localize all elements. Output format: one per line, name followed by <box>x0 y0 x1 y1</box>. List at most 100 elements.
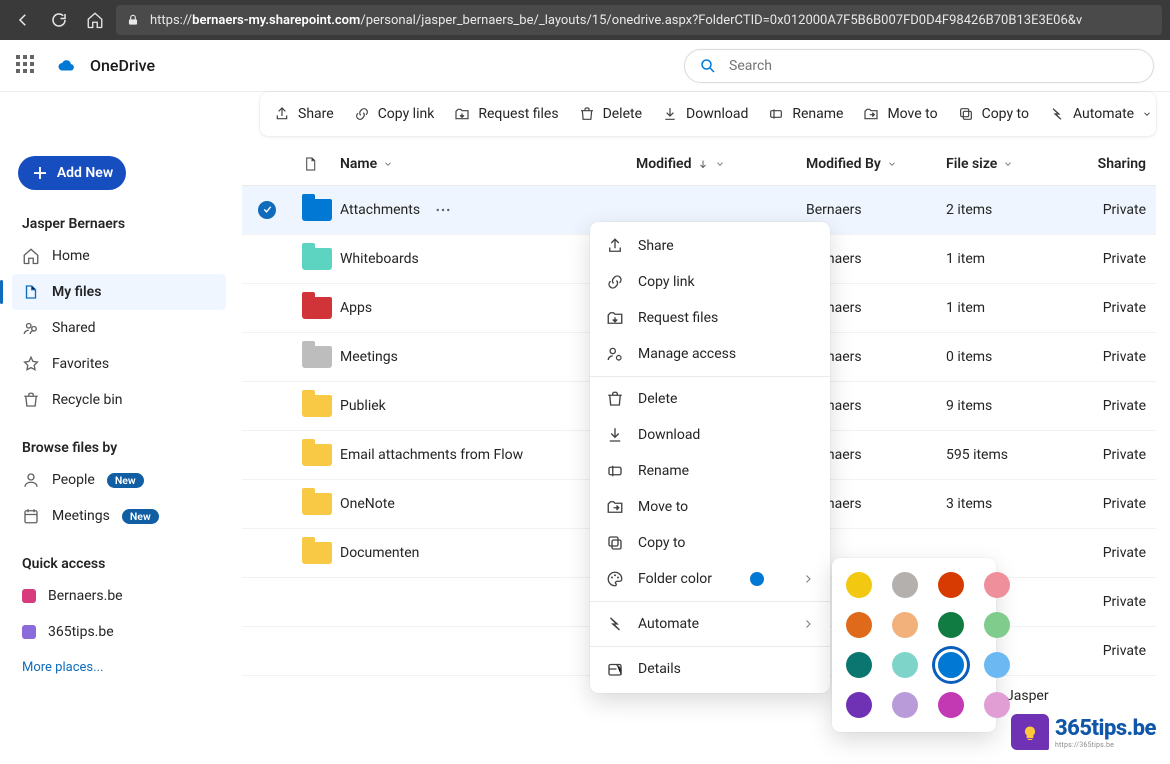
files-icon <box>22 283 40 301</box>
chevron-down-icon <box>1142 108 1152 120</box>
ctx-label: Request files <box>638 310 718 326</box>
more-icon[interactable] <box>434 201 452 219</box>
color-swatch[interactable] <box>892 612 918 638</box>
ctx-rename[interactable]: Rename <box>590 453 830 489</box>
app-launcher-icon[interactable] <box>16 55 38 77</box>
current-color-dot <box>750 572 764 586</box>
search-input[interactable] <box>727 57 1139 75</box>
color-swatch[interactable] <box>938 652 964 678</box>
sidebar-item-meetings[interactable]: Meetings New <box>12 498 226 534</box>
checkmark-icon[interactable] <box>258 201 276 219</box>
sharing-status: Private <box>1076 300 1146 316</box>
color-swatch[interactable] <box>892 692 918 718</box>
brand: OneDrive <box>52 56 155 75</box>
col-name[interactable]: Name <box>340 156 636 172</box>
back-button[interactable] <box>8 5 38 35</box>
col-modified[interactable]: Modified <box>636 156 806 172</box>
ctx-delete[interactable]: Delete <box>590 381 830 417</box>
ctx-manage-access[interactable]: Manage access <box>590 336 830 372</box>
color-swatch[interactable] <box>938 612 964 638</box>
toolbar-label: Rename <box>792 106 843 122</box>
lock-icon <box>126 13 142 27</box>
color-swatch[interactable] <box>984 612 1010 638</box>
toolbar-label: Move to <box>887 106 937 122</box>
ctx-request-files[interactable]: Request files <box>590 300 830 336</box>
ctx-share[interactable]: Share <box>590 228 830 264</box>
recycle-icon <box>22 391 40 409</box>
toolbar-download[interactable]: Download <box>662 106 748 122</box>
ctx-download[interactable]: Download <box>590 417 830 453</box>
sidebar-item-people[interactable]: PeopleNew <box>12 462 226 498</box>
color-swatch[interactable] <box>984 572 1010 598</box>
watermark-sub: https://365tips.be <box>1055 741 1156 749</box>
color-swatch[interactable] <box>892 652 918 678</box>
file-name: Attachments <box>340 202 420 218</box>
download-icon <box>606 426 624 444</box>
ctx-copy-to[interactable]: Copy to <box>590 525 830 561</box>
color-swatch[interactable] <box>846 692 872 718</box>
suite-header: OneDrive <box>0 40 1170 92</box>
url-text: https://bernaers-my.sharepoint.com/perso… <box>150 13 1082 28</box>
color-swatch[interactable] <box>846 652 872 678</box>
toolbar-automate[interactable]: Automate <box>1049 106 1152 122</box>
browser-chrome: https://bernaers-my.sharepoint.com/perso… <box>0 0 1170 40</box>
add-new-label: Add New <box>57 165 113 181</box>
arrow-down-icon <box>697 158 709 170</box>
sidebar-item-my-files[interactable]: My files <box>12 274 226 310</box>
delete-icon <box>606 390 624 408</box>
ctx-move-to[interactable]: Move to <box>590 489 830 525</box>
automate-icon <box>1049 106 1065 122</box>
browse-header: Browse files by <box>12 432 226 462</box>
add-new-button[interactable]: Add New <box>18 156 126 190</box>
more-places-link[interactable]: More places... <box>12 650 226 685</box>
color-swatch[interactable] <box>846 572 872 598</box>
col-modifiedby[interactable]: Modified By <box>806 156 946 172</box>
onedrive-icon <box>52 57 80 75</box>
sharing-status: Private <box>1076 643 1146 659</box>
toolbar-copy-link[interactable]: Copy link <box>354 106 435 122</box>
ctx-details[interactable]: Details <box>590 651 830 687</box>
col-filesize[interactable]: File size <box>946 156 1076 172</box>
toolbar-rename[interactable]: Rename <box>768 106 843 122</box>
details-icon <box>606 660 624 678</box>
color-swatch[interactable] <box>984 692 1010 718</box>
ctx-copy-link[interactable]: Copy link <box>590 264 830 300</box>
sidebar-item-favorites[interactable]: Favorites <box>12 346 226 382</box>
toolbar-delete[interactable]: Delete <box>579 106 642 122</box>
star-icon <box>22 355 40 373</box>
sidebar-item-home[interactable]: Home <box>12 238 226 274</box>
new-badge: New <box>122 509 159 524</box>
color-swatch[interactable] <box>846 612 872 638</box>
sidebar-item-recycle-bin[interactable]: Recycle bin <box>12 382 226 418</box>
quickaccess-365tips-be[interactable]: 365tips.be <box>12 614 226 650</box>
toolbar-move-to[interactable]: Move to <box>863 106 937 122</box>
toolbar-share[interactable]: Share <box>274 106 334 122</box>
color-swatch[interactable] <box>938 572 964 598</box>
col-sharing[interactable]: Sharing <box>1076 156 1146 172</box>
toolbar-copy-to[interactable]: Copy to <box>958 106 1029 122</box>
search-box[interactable] <box>684 49 1154 83</box>
url-bar[interactable]: https://bernaers-my.sharepoint.com/perso… <box>116 5 1162 35</box>
link-icon <box>354 106 370 122</box>
ctx-label: Rename <box>638 463 689 479</box>
ctx-label: Folder color <box>638 571 712 587</box>
reload-button[interactable] <box>44 5 74 35</box>
shared-icon <box>22 319 40 337</box>
ctx-label: Manage access <box>638 346 736 362</box>
ctx-automate[interactable]: Automate <box>590 606 830 642</box>
color-swatch[interactable] <box>984 652 1010 678</box>
delete-icon <box>579 106 595 122</box>
color-swatch[interactable] <box>892 572 918 598</box>
copyto-icon <box>958 106 974 122</box>
color-swatch[interactable] <box>938 692 964 718</box>
sidebar-item-shared[interactable]: Shared <box>12 310 226 346</box>
sidebar-item-label: Recycle bin <box>52 392 123 408</box>
sidebar-item-label: Meetings <box>52 508 110 524</box>
file-name: Apps <box>340 300 372 316</box>
document-icon <box>302 156 318 172</box>
toolbar-request-files[interactable]: Request files <box>454 106 558 122</box>
quickaccess-bernaers-be[interactable]: Bernaers.be <box>12 578 226 614</box>
folder-icon <box>302 248 332 270</box>
ctx-folder-color[interactable]: Folder color <box>590 561 830 597</box>
browser-home-button[interactable] <box>80 5 110 35</box>
